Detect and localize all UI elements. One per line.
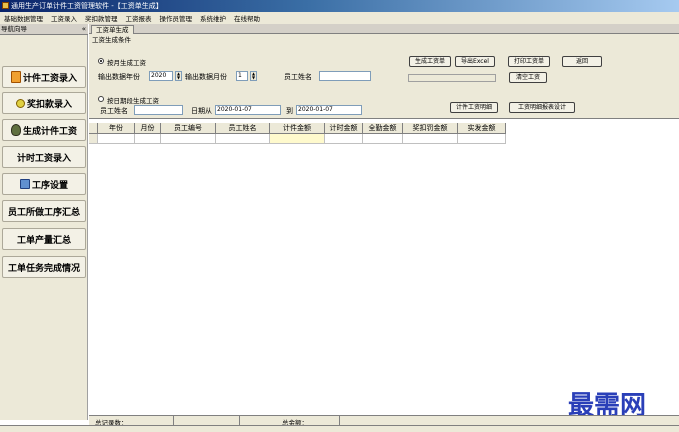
table-cell[interactable] (363, 134, 403, 144)
year-field[interactable]: 2020 (149, 71, 173, 81)
date-to-field[interactable]: 2020-01-07 (296, 105, 362, 115)
sidebar-item-label: 员工所做工序汇总 (7, 207, 80, 218)
table-row[interactable] (89, 134, 506, 144)
generate-wage-button[interactable]: 生成工资单 (409, 56, 451, 67)
sidebar-item-employee-process-summary[interactable]: 员工所做工序汇总 (2, 200, 86, 222)
column-header-timework-amount[interactable]: 计时金额 (325, 123, 363, 134)
window-title: 通用生产订单计件工资管理软件 -【工资单生成】 (11, 2, 163, 10)
menu-item-wage-entry[interactable]: 工资录入 (47, 13, 81, 23)
clear-wage-button[interactable]: 清空工资 (509, 72, 547, 83)
month-field[interactable]: 1 (236, 71, 248, 81)
grid-header: 年份 月份 员工编号 员工姓名 计件金额 计时金额 全勤金额 奖扣罚金额 实发金… (89, 123, 506, 134)
monthly-radio-label: 按月生成工资 (107, 59, 146, 67)
params-panel: 工资生成条件 按月生成工资 输出数据年份 2020 ▲ ▼ 输出数据月份 1 ▲ ▼… (89, 34, 679, 119)
sidebar-header: 导航向导 « (0, 24, 88, 35)
app-icon (2, 2, 9, 9)
sidebar-item-label: 工单任务完成情况 (7, 263, 80, 274)
piecework-detail-button[interactable]: 计件工资明细 (450, 102, 498, 113)
print-wage-button[interactable]: 打印工资单 (508, 56, 550, 67)
sidebar: 计件工资录入 奖扣款录入 生成计件工资 计时工资录入 工序设置 员工所做工序汇总… (0, 35, 88, 420)
row-indicator-header (89, 123, 98, 134)
row-indicator (89, 134, 98, 144)
sidebar-item-label: 计件工资录入 (22, 73, 77, 84)
sidebar-item-piecework-entry[interactable]: 计件工资录入 (2, 66, 86, 88)
table-cell[interactable] (161, 134, 216, 144)
table-cell[interactable] (216, 134, 270, 144)
year-label: 输出数据年份 (98, 73, 140, 81)
sidebar-title: 导航向导 (1, 25, 27, 33)
tab-strip: 工资单生成 (89, 24, 679, 34)
sidebar-item-label: 生成计件工资 (22, 126, 77, 137)
collapse-icon[interactable]: « (82, 24, 86, 35)
column-header-net-pay[interactable]: 实发金额 (458, 123, 506, 134)
table-cell[interactable] (98, 134, 135, 144)
window-title-bar: 通用生产订单计件工资管理软件 -【工资单生成】 (0, 0, 679, 12)
settings-icon (19, 179, 30, 189)
employee-name-field[interactable] (319, 71, 371, 81)
sidebar-item-order-task-status[interactable]: 工单任务完成情况 (2, 256, 86, 278)
sidebar-item-order-output-summary[interactable]: 工单产量汇总 (2, 228, 86, 250)
column-header-employee-name[interactable]: 员工姓名 (216, 123, 270, 134)
date-from-field[interactable]: 2020-01-07 (215, 105, 281, 115)
table-cell[interactable] (458, 134, 506, 144)
year-spinner[interactable]: ▲ ▼ (175, 71, 182, 81)
sidebar-item-timework-entry[interactable]: 计时工资录入 (2, 146, 86, 168)
export-excel-button[interactable]: 导出Excel (455, 56, 495, 67)
column-header-month[interactable]: 月份 (135, 123, 161, 134)
sidebar-item-label: 工单产量汇总 (16, 235, 71, 246)
sidebar-item-label: 奖扣款录入 (26, 99, 72, 110)
money-bag-icon (10, 124, 21, 136)
column-header-bonus-amount[interactable]: 奖扣罚金额 (403, 123, 458, 134)
column-header-piecework-amount[interactable]: 计件金额 (270, 123, 325, 134)
table-cell[interactable] (135, 134, 161, 144)
column-header-employee-id[interactable]: 员工编号 (161, 123, 216, 134)
employee-name-label: 员工姓名 (284, 73, 312, 81)
coin-icon (15, 98, 25, 108)
bottom-bar (0, 425, 679, 432)
daterange-radio-label: 按日期段生成工资 (107, 97, 159, 105)
table-cell[interactable] (270, 134, 325, 144)
sidebar-item-bonus-entry[interactable]: 奖扣款录入 (2, 92, 86, 114)
status-bar: 总记录数： 总金额： (89, 415, 679, 427)
progress-bar (408, 74, 496, 82)
menu-item-basic-data[interactable]: 基础数据管理 (0, 13, 47, 23)
monthly-radio[interactable] (98, 58, 104, 64)
sidebar-item-label: 计时工资录入 (16, 153, 71, 164)
wage-report-design-button[interactable]: 工资明细报表设计 (509, 102, 575, 113)
table-cell[interactable] (403, 134, 458, 144)
sidebar-item-generate-wage[interactable]: 生成计件工资 (2, 119, 86, 141)
menu-item-operator[interactable]: 操作员管理 (156, 13, 197, 23)
date-to-label: 到 (286, 107, 293, 115)
menu-item-system[interactable]: 系统维护 (196, 13, 230, 23)
month-spinner[interactable]: ▲ ▼ (250, 71, 257, 81)
menu-item-wage-report[interactable]: 工资报表 (122, 13, 156, 23)
form-icon (10, 71, 21, 83)
group-title: 工资生成条件 (92, 36, 131, 44)
column-header-attendance-amount[interactable]: 全勤金额 (363, 123, 403, 134)
table-cell[interactable] (325, 134, 363, 144)
tab-wage-generation[interactable]: 工资单生成 (91, 25, 134, 34)
sidebar-item-label: 工序设置 (31, 180, 68, 191)
sidebar-item-process-settings[interactable]: 工序设置 (2, 173, 86, 195)
menu-bar: 基础数据管理 工资录入 奖扣款管理 工资报表 操作员管理 系统维护 在线帮助 (0, 12, 679, 24)
daterange-name-label: 员工姓名 (100, 107, 128, 115)
daterange-name-field[interactable] (134, 105, 183, 115)
back-button[interactable]: 返回 (562, 56, 602, 67)
daterange-radio[interactable] (98, 96, 104, 102)
main-content: 工资生成条件 按月生成工资 输出数据年份 2020 ▲ ▼ 输出数据月份 1 ▲ ▼… (89, 34, 679, 421)
menu-item-bonus-deduction[interactable]: 奖扣款管理 (81, 13, 122, 23)
date-from-label: 日期从 (191, 107, 212, 115)
month-label: 输出数据月份 (185, 73, 227, 81)
menu-item-help[interactable]: 在线帮助 (230, 13, 264, 23)
column-header-year[interactable]: 年份 (98, 123, 135, 134)
